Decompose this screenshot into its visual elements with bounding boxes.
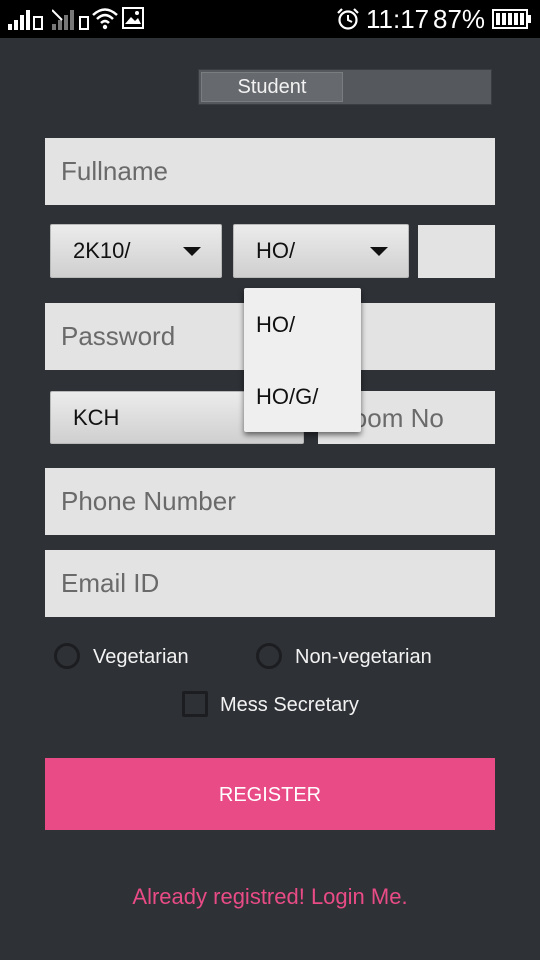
- hostel-value: KCH: [73, 405, 120, 430]
- user-type-toggle[interactable]: Student: [198, 69, 492, 105]
- branch-spinner[interactable]: HO/: [233, 224, 409, 278]
- wifi-icon: [92, 8, 118, 30]
- signal-icon: [8, 10, 43, 30]
- roll-number-field[interactable]: [418, 225, 495, 278]
- branch-dropdown-menu: HO/ HO/G/: [244, 288, 361, 432]
- signal-icon-2: [52, 9, 89, 30]
- email-field[interactable]: Email ID: [45, 550, 495, 617]
- dropdown-option-hog[interactable]: HO/G/: [256, 384, 318, 410]
- phone-field[interactable]: Phone Number: [45, 468, 495, 535]
- mess-secretary-label[interactable]: Mess Secretary: [220, 694, 359, 717]
- image-icon: [122, 7, 144, 29]
- chevron-down-icon: [370, 247, 388, 256]
- status-time: 11:17: [366, 4, 430, 34]
- email-placeholder: Email ID: [61, 568, 160, 598]
- status-bar: 11:17 87%: [0, 0, 540, 38]
- phone-placeholder: Phone Number: [61, 486, 236, 516]
- login-link[interactable]: Already registred! Login Me.: [0, 884, 540, 910]
- year-spinner[interactable]: 2K10/: [50, 224, 222, 278]
- branch-value: HO/: [256, 238, 296, 263]
- non-vegetarian-radio[interactable]: [256, 643, 282, 669]
- dropdown-option-ho[interactable]: HO/: [256, 312, 295, 338]
- fullname-placeholder: Fullname: [61, 156, 168, 186]
- fullname-field[interactable]: Fullname: [45, 138, 495, 205]
- mess-secretary-checkbox[interactable]: [182, 691, 208, 717]
- vegetarian-radio[interactable]: [54, 643, 80, 669]
- password-placeholder: Password: [61, 321, 176, 351]
- battery-percent: 87%: [433, 4, 486, 34]
- alarm-icon: [337, 8, 359, 30]
- battery-icon: [492, 9, 531, 29]
- non-vegetarian-label[interactable]: Non-vegetarian: [295, 646, 432, 669]
- chevron-down-icon: [183, 247, 201, 256]
- segment-student[interactable]: Student: [201, 72, 343, 102]
- vegetarian-label[interactable]: Vegetarian: [93, 646, 189, 669]
- register-button[interactable]: REGISTER: [45, 758, 495, 830]
- year-value: 2K10/: [73, 238, 131, 263]
